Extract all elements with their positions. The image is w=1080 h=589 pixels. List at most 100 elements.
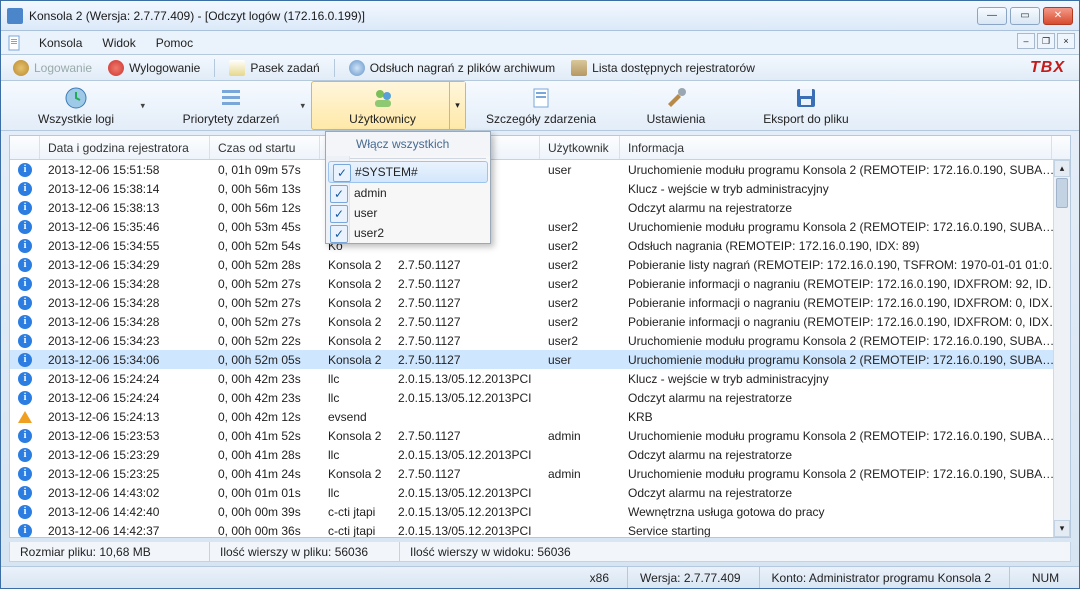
info-icon: i bbox=[10, 353, 40, 367]
log-grid: Data i godzina rejestratora Czas od star… bbox=[9, 135, 1071, 538]
dropdown-header[interactable]: Włącz wszystkich bbox=[326, 132, 490, 156]
table-row[interactable]: i2013-12-06 15:38:130, 00h 56m 12sKoOdcz… bbox=[10, 198, 1070, 217]
col-header-user[interactable]: Użytkownik bbox=[540, 136, 620, 159]
cell-czas: 0, 00h 52m 05s bbox=[210, 353, 320, 367]
cell-info: Odczyt alarmu na rejestratorze bbox=[620, 486, 1070, 500]
table-row[interactable]: i2013-12-06 15:35:460, 00h 53m 45sKouser… bbox=[10, 217, 1070, 236]
scroll-up-arrow[interactable]: ▴ bbox=[1054, 160, 1070, 177]
dropdown-arrow-icon[interactable]: ▾ bbox=[300, 100, 305, 111]
col-header-icon[interactable] bbox=[10, 136, 40, 159]
table-row[interactable]: i2013-12-06 15:23:530, 00h 41m 52sKonsol… bbox=[10, 426, 1070, 445]
cell-date: 2013-12-06 15:38:14 bbox=[40, 182, 210, 196]
cell-info: Uruchomienie modułu programu Konsola 2 (… bbox=[620, 220, 1070, 234]
table-row[interactable]: i2013-12-06 14:42:400, 00h 00m 39sc-cti … bbox=[10, 502, 1070, 521]
mdi-minimize-button[interactable]: – bbox=[1017, 33, 1035, 49]
cell-user: user2 bbox=[540, 220, 620, 234]
scroll-down-arrow[interactable]: ▾ bbox=[1054, 520, 1070, 537]
dropdown-item[interactable]: ✓admin bbox=[326, 183, 490, 203]
cell-ver: 2.0.15.13/05.12.2013PCI bbox=[390, 524, 540, 538]
export-button[interactable]: Eksport do pliku bbox=[736, 81, 876, 130]
cell-date: 2013-12-06 15:24:24 bbox=[40, 372, 210, 386]
key-icon bbox=[13, 60, 29, 76]
check-icon: ✓ bbox=[330, 205, 348, 223]
menu-widok[interactable]: Widok bbox=[92, 33, 145, 53]
globe-clock-icon bbox=[64, 86, 88, 110]
scroll-thumb[interactable] bbox=[1056, 178, 1068, 208]
version-label: Wersja: 2.7.77.409 bbox=[627, 567, 741, 588]
minimize-button[interactable]: — bbox=[977, 7, 1007, 25]
menu-konsola[interactable]: Konsola bbox=[29, 33, 92, 53]
table-row[interactable]: i2013-12-06 15:34:550, 00h 52m 54sKouser… bbox=[10, 236, 1070, 255]
table-row[interactable]: i2013-12-06 15:34:280, 00h 52m 27sKonsol… bbox=[10, 312, 1070, 331]
cell-user: user2 bbox=[540, 315, 620, 329]
col-header-date[interactable]: Data i godzina rejestratora bbox=[40, 136, 210, 159]
login-button[interactable]: Logowanie bbox=[7, 58, 98, 78]
account-label: Konto: Administrator programu Konsola 2 bbox=[759, 567, 991, 588]
users-button[interactable]: Użytkownicy ▾ bbox=[311, 81, 466, 130]
table-row[interactable]: i2013-12-06 15:34:280, 00h 52m 27sKonsol… bbox=[10, 274, 1070, 293]
logout-button[interactable]: Wylogowanie bbox=[102, 58, 206, 78]
cell-date: 2013-12-06 14:43:02 bbox=[40, 486, 210, 500]
cell-date: 2013-12-06 15:23:25 bbox=[40, 467, 210, 481]
maximize-button[interactable]: ▭ bbox=[1010, 7, 1040, 25]
cell-date: 2013-12-06 15:35:46 bbox=[40, 220, 210, 234]
details-button[interactable]: Szczegóły zdarzenia bbox=[466, 81, 616, 130]
dropdown-item[interactable]: ✓user2 bbox=[326, 223, 490, 243]
cell-user: user2 bbox=[540, 277, 620, 291]
users-dropdown-arrow[interactable]: ▾ bbox=[449, 82, 465, 129]
cell-src: evsend bbox=[320, 410, 390, 424]
close-button[interactable]: ✕ bbox=[1043, 7, 1073, 25]
info-icon: i bbox=[10, 467, 40, 481]
table-row[interactable]: i2013-12-06 15:24:240, 00h 42m 23sllc2.0… bbox=[10, 369, 1070, 388]
table-row[interactable]: i2013-12-06 15:34:060, 00h 52m 05sKonsol… bbox=[10, 350, 1070, 369]
table-row[interactable]: i2013-12-06 15:34:230, 00h 52m 22sKonsol… bbox=[10, 331, 1070, 350]
table-row[interactable]: i2013-12-06 15:51:580, 01h 09m 57sKouser… bbox=[10, 160, 1070, 179]
cell-czas: 0, 00h 41m 28s bbox=[210, 448, 320, 462]
mdi-close-button[interactable]: × bbox=[1057, 33, 1075, 49]
table-row[interactable]: i2013-12-06 15:38:140, 00h 56m 13sKoKluc… bbox=[10, 179, 1070, 198]
table-row[interactable]: i2013-12-06 15:23:250, 00h 41m 24sKonsol… bbox=[10, 464, 1070, 483]
cell-ver: 2.7.50.1127 bbox=[390, 258, 540, 272]
cell-date: 2013-12-06 15:34:28 bbox=[40, 277, 210, 291]
cell-date: 2013-12-06 15:23:53 bbox=[40, 429, 210, 443]
col-header-info[interactable]: Informacja bbox=[620, 136, 1052, 159]
users-icon bbox=[371, 86, 395, 110]
table-row[interactable]: i2013-12-06 15:34:290, 00h 52m 28sKonsol… bbox=[10, 255, 1070, 274]
dropdown-item[interactable]: ✓#SYSTEM# bbox=[328, 161, 488, 183]
menu-pomoc[interactable]: Pomoc bbox=[146, 33, 203, 53]
col-header-time[interactable]: Czas od startu bbox=[210, 136, 320, 159]
recorders-list-button[interactable]: Lista dostępnych rejestratorów bbox=[565, 58, 761, 78]
cell-czas: 0, 00h 56m 13s bbox=[210, 182, 320, 196]
table-row[interactable]: i2013-12-06 14:43:020, 00h 01m 01sllc2.0… bbox=[10, 483, 1070, 502]
grid-body[interactable]: i2013-12-06 15:51:580, 01h 09m 57sKouser… bbox=[10, 160, 1070, 537]
grid-statusbar: Rozmiar pliku: 10,68 MB Ilość wierszy w … bbox=[9, 542, 1071, 562]
cell-src: Konsola 2 bbox=[320, 315, 390, 329]
cell-src: c-cti jtapi bbox=[320, 524, 390, 538]
vertical-scrollbar[interactable]: ▴ ▾ bbox=[1053, 160, 1070, 537]
cell-src: Konsola 2 bbox=[320, 296, 390, 310]
settings-button[interactable]: Ustawienia bbox=[616, 81, 736, 130]
table-row[interactable]: i2013-12-06 15:23:290, 00h 41m 28sllc2.0… bbox=[10, 445, 1070, 464]
mdi-restore-button[interactable]: ❐ bbox=[1037, 33, 1055, 49]
cell-src: Konsola 2 bbox=[320, 334, 390, 348]
taskbar-button[interactable]: Pasek zadań bbox=[223, 58, 325, 78]
playback-button[interactable]: Odsłuch nagrań z plików archiwum bbox=[343, 58, 561, 78]
cell-src: llc bbox=[320, 448, 390, 462]
priorities-button[interactable]: Priorytety zdarzeń ▾ bbox=[151, 81, 311, 130]
all-logs-button[interactable]: Wszystkie logi ▾ bbox=[1, 81, 151, 130]
cell-info: Odsłuch nagrania (REMOTEIP: 172.16.0.190… bbox=[620, 239, 1070, 253]
disc-icon bbox=[349, 60, 365, 76]
toolbar-large: Wszystkie logi ▾ Priorytety zdarzeń ▾ Uż… bbox=[1, 81, 1079, 131]
table-row[interactable]: 2013-12-06 15:24:130, 00h 42m 12sevsendK… bbox=[10, 407, 1070, 426]
dropdown-arrow-icon[interactable]: ▾ bbox=[140, 100, 145, 111]
cell-src: Konsola 2 bbox=[320, 467, 390, 481]
table-row[interactable]: i2013-12-06 15:24:240, 00h 42m 23sllc2.0… bbox=[10, 388, 1070, 407]
dropdown-item[interactable]: ✓user bbox=[326, 203, 490, 223]
info-icon: i bbox=[10, 429, 40, 443]
table-row[interactable]: i2013-12-06 15:34:280, 00h 52m 27sKonsol… bbox=[10, 293, 1070, 312]
cell-date: 2013-12-06 15:51:58 bbox=[40, 163, 210, 177]
warning-icon bbox=[10, 411, 40, 423]
rows-in-file-label: Ilość wierszy w pliku: 56036 bbox=[210, 542, 400, 561]
table-row[interactable]: i2013-12-06 14:42:370, 00h 00m 36sc-cti … bbox=[10, 521, 1070, 537]
cell-info: Klucz - wejście w tryb administracyjny bbox=[620, 372, 1070, 386]
